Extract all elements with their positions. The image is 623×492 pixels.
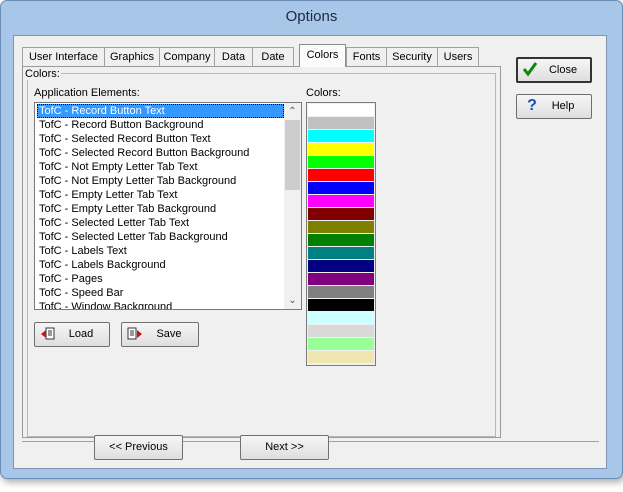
tab-colors[interactable]: Colors	[299, 44, 346, 67]
save-button[interactable]: Save	[121, 322, 199, 347]
load-button[interactable]: Load	[34, 322, 110, 347]
list-item[interactable]: TofC - Labels Text	[37, 244, 284, 258]
previous-label: << Previous	[109, 441, 168, 453]
previous-button[interactable]: << Previous	[94, 435, 183, 460]
list-item[interactable]: TofC - Empty Letter Tab Text	[37, 188, 284, 202]
color-swatch[interactable]	[308, 208, 374, 220]
list-item[interactable]: TofC - Not Empty Letter Tab Text	[37, 160, 284, 174]
color-swatch[interactable]	[308, 338, 374, 350]
next-label: Next >>	[265, 441, 304, 453]
color-swatch[interactable]	[308, 260, 374, 272]
list-item[interactable]: TofC - Speed Bar	[37, 286, 284, 300]
color-swatch[interactable]	[308, 117, 374, 129]
color-swatch[interactable]	[308, 312, 374, 324]
tab-company[interactable]: Company	[159, 47, 215, 66]
color-swatch[interactable]	[308, 182, 374, 194]
save-label: Save	[156, 328, 182, 340]
tab-security[interactable]: Security	[386, 47, 438, 66]
close-label: Close	[548, 64, 578, 76]
color-swatch[interactable]	[308, 195, 374, 207]
color-swatch[interactable]	[308, 286, 374, 298]
tab-fonts[interactable]: Fonts	[346, 47, 387, 66]
window-title: Options	[285, 8, 338, 25]
color-swatch[interactable]	[308, 221, 374, 233]
color-swatch[interactable]	[308, 325, 374, 337]
list-item[interactable]: TofC - Empty Letter Tab Background	[37, 202, 284, 216]
scroll-up-icon[interactable]: ⌃	[284, 103, 301, 120]
color-swatch[interactable]	[308, 273, 374, 285]
list-item[interactable]: TofC - Selected Letter Tab Background	[37, 230, 284, 244]
scroll-thumb[interactable]	[285, 120, 300, 190]
tab-date[interactable]: Date	[252, 47, 294, 66]
color-swatch[interactable]	[308, 104, 374, 116]
application-elements-list[interactable]: TofC - Record Button Text TofC - Record B…	[34, 102, 302, 310]
next-button[interactable]: Next >>	[240, 435, 329, 460]
list-item[interactable]: TofC - Selected Letter Tab Text	[37, 216, 284, 230]
colors-label: Colors:	[306, 87, 341, 99]
save-icon	[127, 327, 142, 340]
list-item[interactable]: TofC - Labels Background	[37, 258, 284, 272]
list-item[interactable]: TofC - Not Empty Letter Tab Background	[37, 174, 284, 188]
color-swatch[interactable]	[308, 130, 374, 142]
list-item[interactable]: TofC - Record Button Text	[37, 104, 284, 118]
color-swatch[interactable]	[308, 247, 374, 259]
application-elements-label: Application Elements:	[34, 87, 140, 99]
list-item[interactable]: TofC - Record Button Background	[37, 118, 284, 132]
load-icon	[41, 327, 55, 340]
color-swatch-palette[interactable]	[306, 102, 376, 366]
list-scrollbar[interactable]: ⌃ ⌄	[284, 103, 301, 309]
list-item[interactable]: TofC - Pages	[37, 272, 284, 286]
help-button[interactable]: ? Help	[516, 94, 592, 119]
list-item[interactable]: TofC - Selected Record Button Background	[37, 146, 284, 160]
list-item[interactable]: TofC - Window Background	[37, 300, 284, 309]
color-swatch[interactable]	[308, 299, 374, 311]
tab-users[interactable]: Users	[437, 47, 479, 66]
colors-group-title: Colors:	[24, 68, 61, 80]
list-item[interactable]: TofC - Selected Record Button Text	[37, 132, 284, 146]
color-swatch[interactable]	[308, 143, 374, 155]
client-area: User Interface Graphics Company Data Dat…	[13, 35, 607, 469]
checkmark-icon	[522, 62, 538, 77]
color-swatch[interactable]	[308, 351, 374, 363]
color-swatch[interactable]	[308, 156, 374, 168]
options-window: Options User Interface Graphics Company …	[0, 0, 623, 479]
close-button[interactable]: Close	[516, 57, 592, 83]
scroll-down-icon[interactable]: ⌄	[284, 292, 301, 309]
question-mark-icon: ?	[527, 97, 537, 114]
tab-data[interactable]: Data	[214, 47, 253, 66]
tab-graphics[interactable]: Graphics	[104, 47, 160, 66]
load-label: Load	[68, 328, 94, 340]
color-swatch[interactable]	[308, 234, 374, 246]
tab-user-interface[interactable]: User Interface	[22, 47, 105, 66]
help-label: Help	[551, 100, 575, 112]
color-swatch[interactable]	[308, 169, 374, 181]
